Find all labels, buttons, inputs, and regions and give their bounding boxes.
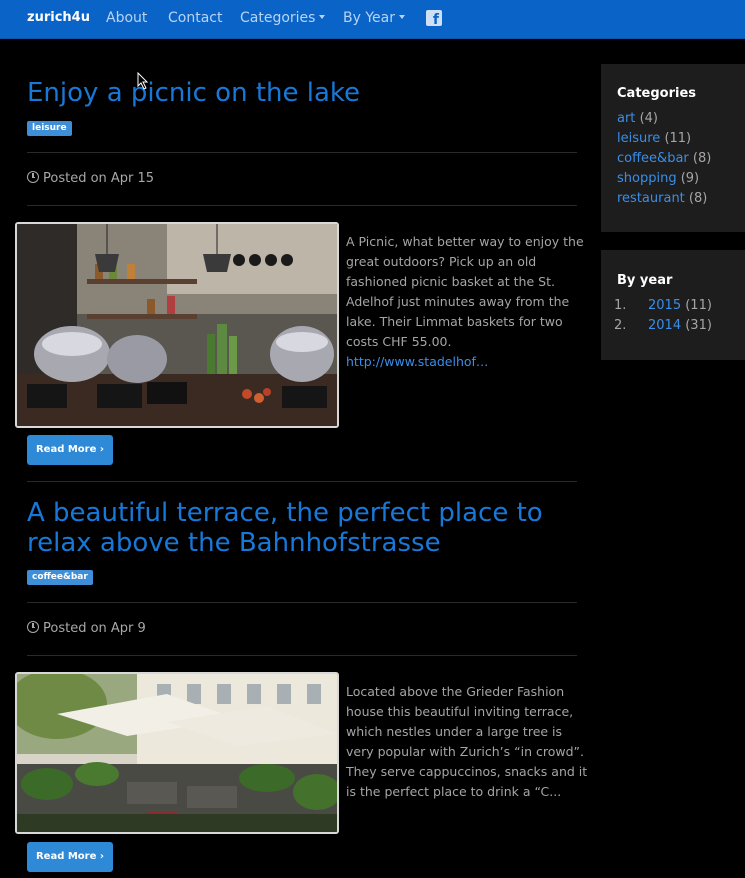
categories-title: Categories xyxy=(617,86,697,101)
category-count: (4) xyxy=(639,111,658,126)
post-date-text: Posted on Apr 9 xyxy=(43,621,146,636)
nav-by-year-label: By Year xyxy=(343,10,395,26)
clock-icon xyxy=(27,171,39,183)
year-count: (11) xyxy=(685,298,712,313)
by-year-title: By year xyxy=(617,273,673,288)
by-year-widget: By year 1. 2015 (11) 2. 2014 (31) xyxy=(601,250,745,360)
category-link[interactable]: art xyxy=(617,111,635,126)
caret-down-icon xyxy=(319,15,326,19)
year-count: (31) xyxy=(685,318,712,333)
clock-icon xyxy=(27,621,39,633)
terrace-image xyxy=(17,674,337,832)
caret-down-icon xyxy=(398,15,405,19)
category-item-coffee-bar: coffee&bar (8) xyxy=(617,151,711,166)
post-tag[interactable]: leisure xyxy=(27,121,72,136)
list-number: 1. xyxy=(614,298,627,313)
brand-link[interactable]: zurich4u xyxy=(27,10,90,25)
post-title[interactable]: Enjoy a picnic on the lake xyxy=(27,78,567,108)
post-tag[interactable]: coffee&bar xyxy=(27,570,93,585)
category-item-art: art (4) xyxy=(617,111,658,126)
navbar: zurich4u About Contact Categories By Yea… xyxy=(0,0,745,39)
post-image[interactable] xyxy=(15,222,339,428)
category-link[interactable]: leisure xyxy=(617,131,660,146)
nav-about[interactable]: About xyxy=(106,10,147,26)
category-link[interactable]: restaurant xyxy=(617,191,685,206)
categories-widget: Categories art (4) leisure (11) coffee&b… xyxy=(601,64,745,232)
category-item-leisure: leisure (11) xyxy=(617,131,691,146)
deli-counter-image xyxy=(17,224,337,426)
category-link[interactable]: coffee&bar xyxy=(617,151,689,166)
year-link[interactable]: 2015 xyxy=(648,298,681,313)
post-external-link[interactable]: http://www.stadelhof… xyxy=(346,354,488,369)
post-excerpt-text: Located above the Grieder Fashion house … xyxy=(346,684,588,799)
nav-categories-label: Categories xyxy=(240,10,316,26)
post-date-text: Posted on Apr 15 xyxy=(43,171,155,186)
mouse-cursor-icon xyxy=(137,72,149,90)
divider xyxy=(27,602,577,603)
category-count: (8) xyxy=(688,191,708,206)
divider xyxy=(27,481,577,482)
category-count: (8) xyxy=(692,151,712,166)
nav-by-year-dropdown[interactable]: By Year xyxy=(343,10,405,26)
divider xyxy=(27,152,577,153)
post-date: Posted on Apr 9 xyxy=(27,621,146,636)
read-more-button[interactable]: Read More › xyxy=(27,435,113,465)
category-count: (9) xyxy=(680,171,700,186)
facebook-icon[interactable]: f xyxy=(426,10,442,28)
post-image[interactable] xyxy=(15,672,339,834)
divider xyxy=(27,205,577,206)
year-item-2015: 1. 2015 (11) xyxy=(614,298,712,313)
category-count: (11) xyxy=(664,131,692,146)
category-item-restaurant: restaurant (8) xyxy=(617,191,707,206)
divider xyxy=(27,655,577,656)
post-date: Posted on Apr 15 xyxy=(27,171,154,186)
list-number: 2. xyxy=(614,318,627,333)
category-link[interactable]: shopping xyxy=(617,171,677,186)
post-title[interactable]: A beautiful terrace, the perfect place t… xyxy=(27,498,567,558)
post-excerpt: A Picnic, what better way to enjoy the g… xyxy=(346,232,590,372)
post-excerpt-text: A Picnic, what better way to enjoy the g… xyxy=(346,234,584,349)
category-item-shopping: shopping (9) xyxy=(617,171,699,186)
nav-contact[interactable]: Contact xyxy=(168,10,222,26)
read-more-button[interactable]: Read More › xyxy=(27,842,113,872)
year-item-2014: 2. 2014 (31) xyxy=(614,318,712,333)
year-link[interactable]: 2014 xyxy=(648,318,681,333)
nav-categories-dropdown[interactable]: Categories xyxy=(240,10,326,26)
post-excerpt: Located above the Grieder Fashion house … xyxy=(346,682,590,802)
